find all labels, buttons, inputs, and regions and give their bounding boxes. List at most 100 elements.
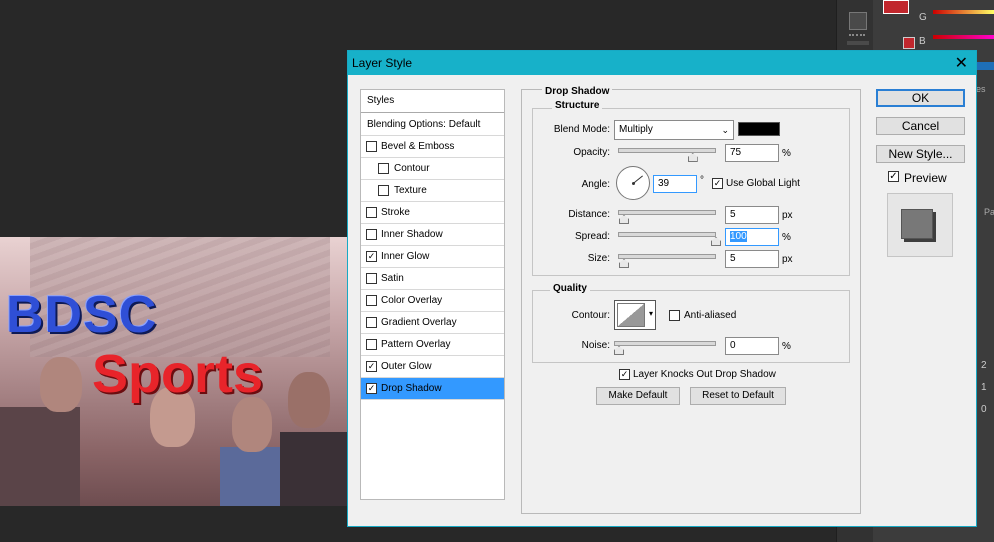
layer-style-dialog: Layer Style ✕ Styles Blending Options: D… bbox=[347, 50, 977, 527]
distance-unit: px bbox=[782, 210, 793, 221]
blend-mode-value: Multiply bbox=[619, 124, 653, 135]
effect-label: Drop Shadow bbox=[381, 383, 442, 394]
blending-options[interactable]: Blending Options: Default bbox=[361, 114, 504, 136]
effect-checkbox[interactable] bbox=[378, 163, 389, 174]
opacity-input[interactable]: 75 bbox=[725, 144, 779, 162]
effect-label: Satin bbox=[381, 273, 404, 284]
sports-text: Sports bbox=[92, 344, 264, 404]
person-face bbox=[288, 372, 330, 428]
noise-label: Noise: bbox=[581, 340, 610, 351]
structure-title: Structure bbox=[552, 100, 603, 111]
warning-icon bbox=[849, 34, 865, 38]
preview-label: Preview bbox=[904, 171, 947, 185]
effect-checkbox[interactable]: ✓ bbox=[366, 383, 377, 394]
opacity-label: Opacity: bbox=[573, 147, 610, 158]
effect-checkbox[interactable] bbox=[366, 229, 377, 240]
shadow-color-swatch[interactable] bbox=[738, 122, 780, 136]
reset-default-button[interactable]: Reset to Default bbox=[690, 387, 786, 405]
title-bar[interactable]: Layer Style ✕ bbox=[348, 51, 976, 75]
dialog-title: Layer Style bbox=[352, 56, 413, 70]
effect-checkbox[interactable] bbox=[366, 207, 377, 218]
noise-unit: % bbox=[782, 341, 791, 352]
spread-value: 100 bbox=[730, 231, 747, 242]
effect-checkbox[interactable] bbox=[378, 185, 389, 196]
panel-tab[interactable]: Pa bbox=[984, 207, 994, 217]
effect-item-outer-glow[interactable]: ✓ Outer Glow bbox=[361, 356, 504, 378]
chevron-down-icon: ⌄ bbox=[721, 125, 729, 135]
styles-header[interactable]: Styles bbox=[361, 90, 504, 113]
count-value: 1 bbox=[981, 382, 987, 393]
effect-checkbox[interactable] bbox=[366, 339, 377, 350]
distance-slider[interactable] bbox=[618, 210, 716, 215]
effect-checkbox[interactable] bbox=[366, 273, 377, 284]
effect-item-color-overlay[interactable]: Color Overlay bbox=[361, 290, 504, 312]
effect-label: Inner Shadow bbox=[381, 229, 443, 240]
effect-item-inner-shadow[interactable]: Inner Shadow bbox=[361, 224, 504, 246]
effect-item-pattern-overlay[interactable]: Pattern Overlay bbox=[361, 334, 504, 356]
3d-icon[interactable] bbox=[849, 12, 867, 30]
b-label: B bbox=[919, 36, 926, 47]
panel-tab[interactable]: es bbox=[976, 84, 986, 94]
effect-item-texture[interactable]: Texture bbox=[361, 180, 504, 202]
anti-aliased-checkbox[interactable] bbox=[669, 310, 680, 321]
effect-item-contour[interactable]: Contour bbox=[361, 158, 504, 180]
size-input[interactable]: 5 bbox=[725, 250, 779, 268]
ok-button[interactable]: OK bbox=[876, 89, 965, 107]
size-unit: px bbox=[782, 254, 793, 265]
noise-slider[interactable] bbox=[614, 341, 716, 346]
effect-label: Gradient Overlay bbox=[381, 317, 457, 328]
effect-checkbox[interactable] bbox=[366, 317, 377, 328]
count-value: 0 bbox=[981, 404, 987, 415]
drop-shadow-panel: Drop Shadow Structure Blend Mode: Multip… bbox=[521, 86, 861, 514]
knocks-out-label: Layer Knocks Out Drop Shadow bbox=[633, 369, 776, 380]
effect-item-stroke[interactable]: Stroke bbox=[361, 202, 504, 224]
anti-aliased-label: Anti-aliased bbox=[684, 310, 737, 321]
contour-label: Contour: bbox=[571, 310, 610, 321]
angle-input[interactable]: 39 bbox=[653, 175, 697, 193]
person bbox=[280, 432, 347, 506]
distance-input[interactable]: 5 bbox=[725, 206, 779, 224]
chevron-down-icon: ▾ bbox=[648, 309, 653, 318]
effect-item-drop-shadow[interactable]: ✓ Drop Shadow bbox=[361, 378, 504, 400]
use-global-light-checkbox[interactable]: ✓ bbox=[712, 178, 723, 189]
g-slider[interactable] bbox=[933, 10, 994, 14]
spread-slider[interactable] bbox=[618, 232, 716, 237]
effect-label: Bevel & Emboss bbox=[381, 141, 455, 152]
make-default-button[interactable]: Make Default bbox=[596, 387, 680, 405]
person-face bbox=[232, 397, 272, 452]
effect-item-gradient-overlay[interactable]: Gradient Overlay bbox=[361, 312, 504, 334]
angle-unit: ° bbox=[700, 175, 704, 186]
effect-item-inner-glow[interactable]: ✓ Inner Glow bbox=[361, 246, 504, 268]
quality-group bbox=[532, 290, 850, 363]
effect-label: Texture bbox=[394, 185, 427, 196]
foreground-swatch[interactable] bbox=[883, 0, 909, 14]
noise-input[interactable]: 0 bbox=[725, 337, 779, 355]
effect-checkbox[interactable] bbox=[366, 295, 377, 306]
preview-checkbox[interactable]: ✓ bbox=[888, 171, 899, 182]
effect-item-satin[interactable]: Satin bbox=[361, 268, 504, 290]
use-global-light-label: Use Global Light bbox=[726, 178, 800, 189]
g-label: G bbox=[919, 12, 927, 23]
canvas-image: BDSC Sports bbox=[0, 237, 347, 506]
knocks-out-checkbox[interactable]: ✓ bbox=[619, 369, 630, 380]
effect-checkbox[interactable]: ✓ bbox=[366, 251, 377, 262]
section-title: Drop Shadow bbox=[542, 86, 613, 97]
b-slider[interactable] bbox=[933, 35, 994, 39]
spread-input[interactable]: 100 bbox=[725, 228, 779, 246]
effect-item-bevel-emboss[interactable]: Bevel & Emboss bbox=[361, 136, 504, 158]
new-style-button[interactable]: New Style... bbox=[876, 145, 965, 163]
cancel-button[interactable]: Cancel bbox=[876, 117, 965, 135]
size-slider[interactable] bbox=[618, 254, 716, 259]
b-swatch bbox=[903, 37, 915, 49]
effect-checkbox[interactable] bbox=[366, 141, 377, 152]
close-icon[interactable]: ✕ bbox=[955, 53, 968, 73]
contour-picker[interactable]: ▾ bbox=[614, 300, 656, 330]
blend-mode-select[interactable]: Multiply ⌄ bbox=[614, 120, 734, 140]
divider bbox=[847, 41, 869, 45]
count-value: 2 bbox=[981, 360, 987, 371]
opacity-slider[interactable] bbox=[618, 148, 716, 153]
angle-dial[interactable] bbox=[616, 166, 650, 200]
effect-checkbox[interactable]: ✓ bbox=[366, 361, 377, 372]
bdsc-text: BDSC bbox=[6, 286, 158, 344]
blend-mode-label: Blend Mode: bbox=[553, 124, 610, 135]
